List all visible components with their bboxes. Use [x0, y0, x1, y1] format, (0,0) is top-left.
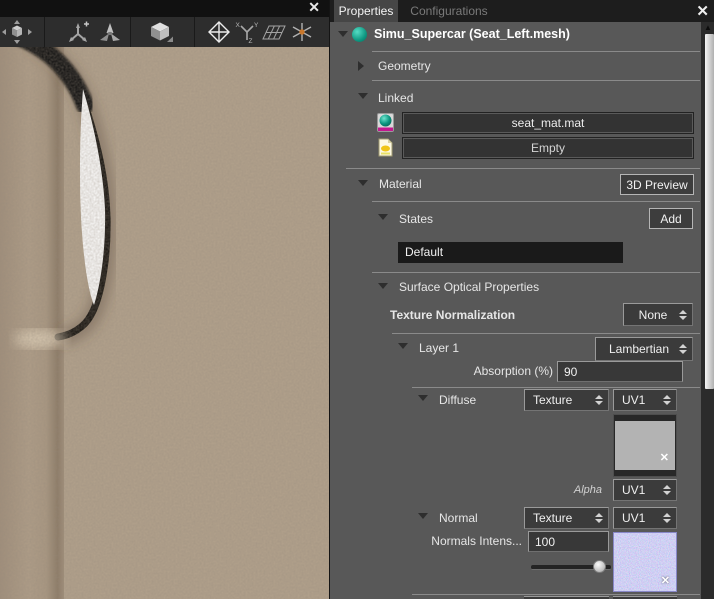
- texture-normalization-label: Texture Normalization: [390, 308, 516, 322]
- diffuse-section-label[interactable]: Diffuse: [439, 390, 476, 411]
- linked-material-label: seat_mat.mat: [511, 116, 585, 130]
- absorption-label: Absorption (%): [473, 364, 553, 378]
- surface-optical-collapse-arrow[interactable]: [378, 283, 388, 289]
- normals-intensity-slider-track[interactable]: [531, 560, 611, 573]
- diffuse-uv-value: UV1: [622, 393, 646, 407]
- panel-close-icon[interactable]: ✕: [696, 2, 709, 20]
- normals-intensity-label: Normals Intens...: [431, 534, 522, 548]
- spinner-icon: [679, 309, 687, 320]
- spinner-icon: [663, 485, 671, 495]
- viewport-close-icon[interactable]: ✕: [308, 0, 320, 16]
- octahedron-gizmo-icon[interactable]: [204, 20, 234, 44]
- material-collapse-arrow[interactable]: [358, 180, 368, 186]
- separator: [372, 201, 700, 202]
- linked-texture-button[interactable]: Empty: [402, 137, 694, 159]
- application-window: ✕ X Y Z Properties Configurations ✕ Simu…: [0, 0, 714, 599]
- diffuse-collapse-arrow[interactable]: [418, 395, 428, 401]
- ground-grid-icon[interactable]: [259, 20, 289, 44]
- axis-tripod-solid-icon[interactable]: [95, 20, 125, 44]
- diffuse-texture-thumbnail[interactable]: ✕: [613, 414, 677, 477]
- linked-texture-label: Empty: [530, 141, 565, 155]
- normal-uv-dropdown[interactable]: UV1: [613, 507, 677, 529]
- toolbar-separator: [194, 17, 195, 47]
- viewport-titlebar: ✕: [0, 0, 329, 17]
- geometry-section-label[interactable]: Geometry: [378, 56, 431, 76]
- states-section-label[interactable]: States: [399, 209, 433, 230]
- svg-text:X: X: [236, 22, 241, 29]
- add-state-label: Add: [660, 211, 682, 226]
- layer1-model-value: Lambertian: [608, 342, 670, 356]
- normals-intensity-input[interactable]: [528, 531, 609, 552]
- separator: [372, 272, 700, 273]
- axis-tripod-add-icon[interactable]: [63, 20, 93, 44]
- texture-normalization-dropdown[interactable]: None: [623, 303, 693, 326]
- diffuse-source-value: Texture: [533, 393, 573, 407]
- 3d-preview-button[interactable]: 3D Preview: [620, 174, 694, 195]
- viewport-3d[interactable]: ✕ X Y Z: [0, 0, 329, 599]
- properties-panel: Properties Configurations ✕ Simu_Superca…: [329, 0, 714, 599]
- tab-configurations[interactable]: Configurations: [400, 0, 498, 22]
- normal-texture-thumbnail[interactable]: ✕: [613, 532, 677, 592]
- spinner-icon: [679, 344, 687, 354]
- surface-optical-section-label[interactable]: Surface Optical Properties: [399, 277, 539, 298]
- scrollbar-thumb[interactable]: [705, 34, 714, 389]
- viewport-canvas[interactable]: [0, 47, 329, 599]
- layer1-model-dropdown[interactable]: Lambertian: [595, 337, 693, 361]
- move-tool-icon[interactable]: [2, 20, 32, 44]
- texture-normalization-value: None: [638, 307, 668, 322]
- scrollbar-up-arrow[interactable]: ▲: [701, 22, 714, 34]
- separator: [372, 80, 700, 81]
- root-collapse-arrow[interactable]: [338, 31, 348, 37]
- linked-collapse-arrow[interactable]: [358, 93, 368, 99]
- linked-material-button[interactable]: seat_mat.mat: [402, 112, 694, 134]
- normal-collapse-arrow[interactable]: [418, 513, 428, 519]
- layer1-section-label[interactable]: Layer 1: [419, 338, 459, 359]
- remove-diffuse-texture-icon[interactable]: ✕: [660, 451, 669, 464]
- diffuse-uv-dropdown[interactable]: UV1: [613, 389, 677, 411]
- viewport-toolbar: XYZ: [0, 17, 329, 48]
- root-node-label: Simu_Supercar (Seat_Left.mesh): [374, 27, 570, 41]
- xyz-axes-icon[interactable]: X YZ: [232, 20, 262, 44]
- separator: [372, 51, 700, 52]
- material-section-label[interactable]: Material: [379, 174, 422, 195]
- separator: [346, 168, 700, 169]
- panel-tabbar: Properties Configurations ✕: [330, 0, 714, 22]
- normal-source-dropdown[interactable]: Texture: [524, 507, 609, 529]
- normal-uv-value: UV1: [622, 511, 646, 525]
- absorption-input[interactable]: [557, 361, 683, 382]
- spinner-icon: [663, 395, 671, 405]
- spinner-icon: [595, 395, 603, 405]
- separator: [392, 333, 700, 334]
- geometry-expand-arrow[interactable]: [358, 61, 364, 71]
- tab-properties[interactable]: Properties: [334, 0, 398, 22]
- texture-file-icon: [378, 138, 393, 157]
- layer1-collapse-arrow[interactable]: [398, 343, 408, 349]
- 3d-preview-label: 3D Preview: [626, 177, 688, 192]
- normal-source-value: Texture: [533, 511, 573, 525]
- remove-normal-texture-icon[interactable]: ✕: [661, 574, 670, 587]
- spinner-icon: [663, 513, 671, 523]
- alpha-uv-dropdown[interactable]: UV1: [613, 479, 677, 501]
- add-state-button[interactable]: Add: [649, 208, 693, 229]
- material-ball-icon: [377, 113, 394, 132]
- alpha-label: Alpha: [573, 484, 602, 496]
- leather-grain: [0, 47, 329, 599]
- separator: [412, 387, 700, 388]
- mesh-icon: [352, 27, 367, 42]
- normals-intensity-slider-handle[interactable]: [593, 560, 606, 573]
- separator: [412, 594, 700, 595]
- states-collapse-arrow[interactable]: [378, 214, 388, 220]
- alpha-uv-value: UV1: [622, 483, 646, 497]
- axes-star-icon[interactable]: [287, 20, 317, 44]
- spinner-icon: [595, 513, 603, 523]
- panel-scrollbar[interactable]: ▲: [701, 22, 714, 599]
- normal-section-label[interactable]: Normal: [439, 508, 478, 529]
- svg-text:Z: Z: [249, 38, 253, 44]
- orientation-cube-icon[interactable]: [145, 20, 175, 44]
- toolbar-separator: [130, 17, 131, 47]
- linked-section-label[interactable]: Linked: [378, 88, 413, 108]
- state-item-default[interactable]: Default: [398, 242, 623, 263]
- toolbar-separator: [44, 17, 45, 47]
- diffuse-source-dropdown[interactable]: Texture: [524, 389, 609, 411]
